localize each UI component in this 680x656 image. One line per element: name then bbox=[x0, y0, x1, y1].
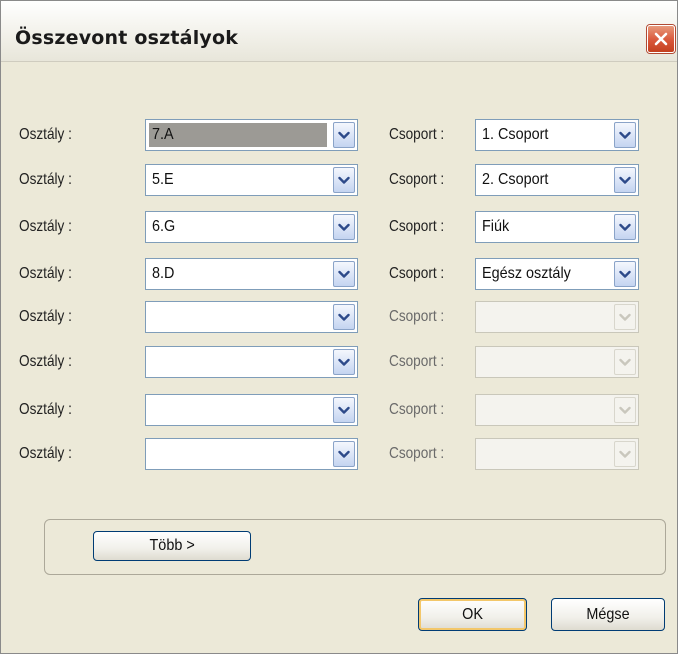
class-label: Osztály : bbox=[19, 265, 72, 282]
chevron-down-icon[interactable] bbox=[614, 214, 636, 240]
group-select-value: 1. Csoport bbox=[482, 126, 549, 143]
class-select-5[interactable] bbox=[145, 301, 358, 333]
class-select-4[interactable]: 8.D bbox=[145, 258, 358, 290]
group-label: Csoport : bbox=[389, 265, 445, 282]
cancel-button-label: Mégse bbox=[586, 605, 630, 623]
group-label: Csoport : bbox=[389, 353, 445, 370]
chevron-down-icon[interactable] bbox=[333, 441, 355, 467]
class-label: Osztály : bbox=[19, 171, 72, 188]
group-label: Csoport : bbox=[389, 445, 445, 462]
close-icon bbox=[653, 31, 669, 47]
class-select-value: 5.E bbox=[152, 171, 174, 188]
chevron-down-icon[interactable] bbox=[333, 304, 355, 330]
ok-button-label: OK bbox=[462, 605, 483, 623]
ok-button[interactable]: OK bbox=[418, 598, 527, 631]
chevron-down-icon[interactable] bbox=[614, 167, 636, 193]
chevron-down-icon bbox=[614, 349, 636, 375]
more-group-box: Több > bbox=[44, 519, 666, 575]
group-label: Csoport : bbox=[389, 308, 445, 325]
class-select-8[interactable] bbox=[145, 438, 358, 470]
chevron-down-icon bbox=[614, 397, 636, 423]
chevron-down-icon[interactable] bbox=[333, 397, 355, 423]
group-select-5 bbox=[475, 301, 639, 333]
group-select-value: 2. Csoport bbox=[482, 171, 549, 188]
group-label: Csoport : bbox=[389, 401, 445, 418]
group-select-3[interactable]: Fiúk bbox=[475, 211, 639, 243]
group-label: Csoport : bbox=[389, 126, 445, 143]
class-select-value: 6.G bbox=[152, 218, 176, 235]
group-select-value: Fiúk bbox=[482, 218, 510, 235]
chevron-down-icon[interactable] bbox=[333, 122, 355, 148]
close-button[interactable] bbox=[647, 25, 675, 53]
class-label: Osztály : bbox=[19, 401, 72, 418]
class-select-2[interactable]: 5.E bbox=[145, 164, 358, 196]
cancel-button[interactable]: Mégse bbox=[551, 598, 665, 631]
class-label: Osztály : bbox=[19, 218, 72, 235]
class-label: Osztály : bbox=[19, 353, 72, 370]
chevron-down-icon[interactable] bbox=[614, 261, 636, 287]
class-select-value: 8.D bbox=[152, 265, 175, 282]
class-select-6[interactable] bbox=[145, 346, 358, 378]
class-select-3[interactable]: 6.G bbox=[145, 211, 358, 243]
class-label: Osztály : bbox=[19, 308, 72, 325]
selection-highlight bbox=[149, 123, 327, 147]
chevron-down-icon[interactable] bbox=[333, 214, 355, 240]
more-button[interactable]: Több > bbox=[93, 531, 251, 561]
chevron-down-icon[interactable] bbox=[333, 349, 355, 375]
chevron-down-icon[interactable] bbox=[333, 261, 355, 287]
chevron-down-icon[interactable] bbox=[614, 122, 636, 148]
class-label: Osztály : bbox=[19, 445, 72, 462]
group-label: Csoport : bbox=[389, 171, 445, 188]
class-select-1[interactable]: 7.A bbox=[145, 119, 358, 151]
dialog-title: Összevont osztályok bbox=[15, 27, 239, 49]
chevron-down-icon bbox=[614, 441, 636, 467]
group-select-7 bbox=[475, 394, 639, 426]
group-select-8 bbox=[475, 438, 639, 470]
class-select-value: 7.A bbox=[152, 126, 174, 143]
more-button-label: Több > bbox=[149, 537, 195, 554]
title-bar[interactable]: Összevont osztályok bbox=[1, 1, 677, 62]
dialog-window: Összevont osztályok Osztály : 7.A Csoport … bbox=[0, 0, 678, 654]
chevron-down-icon bbox=[614, 304, 636, 330]
class-select-7[interactable] bbox=[145, 394, 358, 426]
group-select-4[interactable]: Egész osztály bbox=[475, 258, 639, 290]
group-select-6 bbox=[475, 346, 639, 378]
class-label: Osztály : bbox=[19, 126, 72, 143]
group-label: Csoport : bbox=[389, 218, 445, 235]
group-select-2[interactable]: 2. Csoport bbox=[475, 164, 639, 196]
chevron-down-icon[interactable] bbox=[333, 167, 355, 193]
group-select-1[interactable]: 1. Csoport bbox=[475, 119, 639, 151]
group-select-value: Egész osztály bbox=[482, 265, 571, 282]
